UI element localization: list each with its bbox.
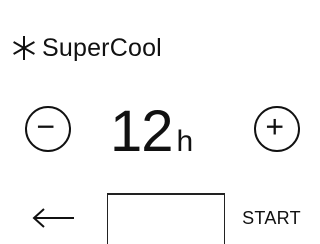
duration-unit: h	[176, 125, 194, 158]
decrease-button[interactable]	[25, 106, 71, 152]
mode-title: SuperCool	[42, 33, 162, 62]
supercool-panel: SuperCool 12 h START	[0, 0, 318, 244]
back-button[interactable]	[0, 193, 108, 244]
mode-header: SuperCool	[10, 28, 162, 68]
arrow-left-icon	[32, 208, 74, 228]
increase-button[interactable]	[254, 106, 300, 152]
minus-circle-icon	[37, 125, 54, 128]
start-label: START	[242, 208, 301, 228]
start-button[interactable]: START	[224, 193, 318, 244]
duration-number: 12	[110, 99, 174, 164]
plus-circle-icon	[266, 118, 283, 135]
duration-stepper: 12 h	[0, 96, 318, 168]
snowflake-asterisk-icon	[10, 34, 38, 62]
duration-value: 12 h	[110, 96, 193, 168]
